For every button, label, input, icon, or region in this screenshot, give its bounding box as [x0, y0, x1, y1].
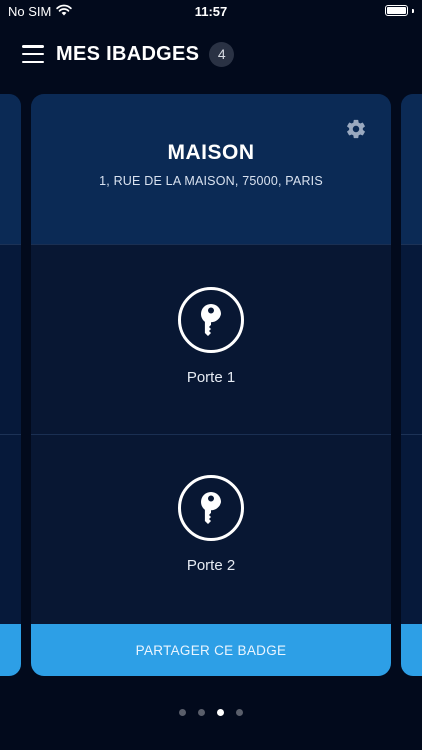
- door-item-2[interactable]: Porte 2: [31, 434, 391, 624]
- status-bar: No SIM 11:57: [0, 0, 422, 24]
- status-right: [385, 5, 414, 16]
- door-item-1[interactable]: Porte 1: [31, 244, 391, 434]
- door-label: Porte 1: [186, 369, 236, 386]
- hamburger-menu-icon[interactable]: [22, 45, 44, 63]
- badge-name: MAISON: [167, 141, 255, 164]
- key-icon: [178, 475, 244, 541]
- share-badge-button[interactable]: PARTAGER CE BADGE: [31, 624, 391, 676]
- next-badge-card[interactable]: [401, 94, 422, 676]
- door-label: Porte 2: [186, 557, 236, 574]
- gear-icon[interactable]: [345, 118, 367, 140]
- pagination-dots: [0, 709, 422, 716]
- pagination-dot[interactable]: [198, 709, 205, 716]
- pagination-dot[interactable]: [217, 709, 224, 716]
- badge-address: 1, RUE DE LA MAISON, 75000, PARIS: [99, 174, 323, 188]
- page-title: MES IBADGES: [56, 42, 200, 65]
- key-icon: [178, 287, 244, 353]
- pagination-dot[interactable]: [236, 709, 243, 716]
- badge-card: MAISON 1, RUE DE LA MAISON, 75000, PARIS…: [31, 94, 391, 676]
- battery-icon: [385, 5, 408, 16]
- badge-count: 4: [209, 41, 235, 67]
- battery-cap: [412, 8, 414, 13]
- app-header: MES IBADGES 4: [22, 40, 235, 68]
- badge-card-header: MAISON 1, RUE DE LA MAISON, 75000, PARIS: [31, 94, 391, 244]
- pagination-dot[interactable]: [179, 709, 186, 716]
- status-time: 11:57: [194, 4, 228, 19]
- previous-badge-card[interactable]: [0, 94, 21, 676]
